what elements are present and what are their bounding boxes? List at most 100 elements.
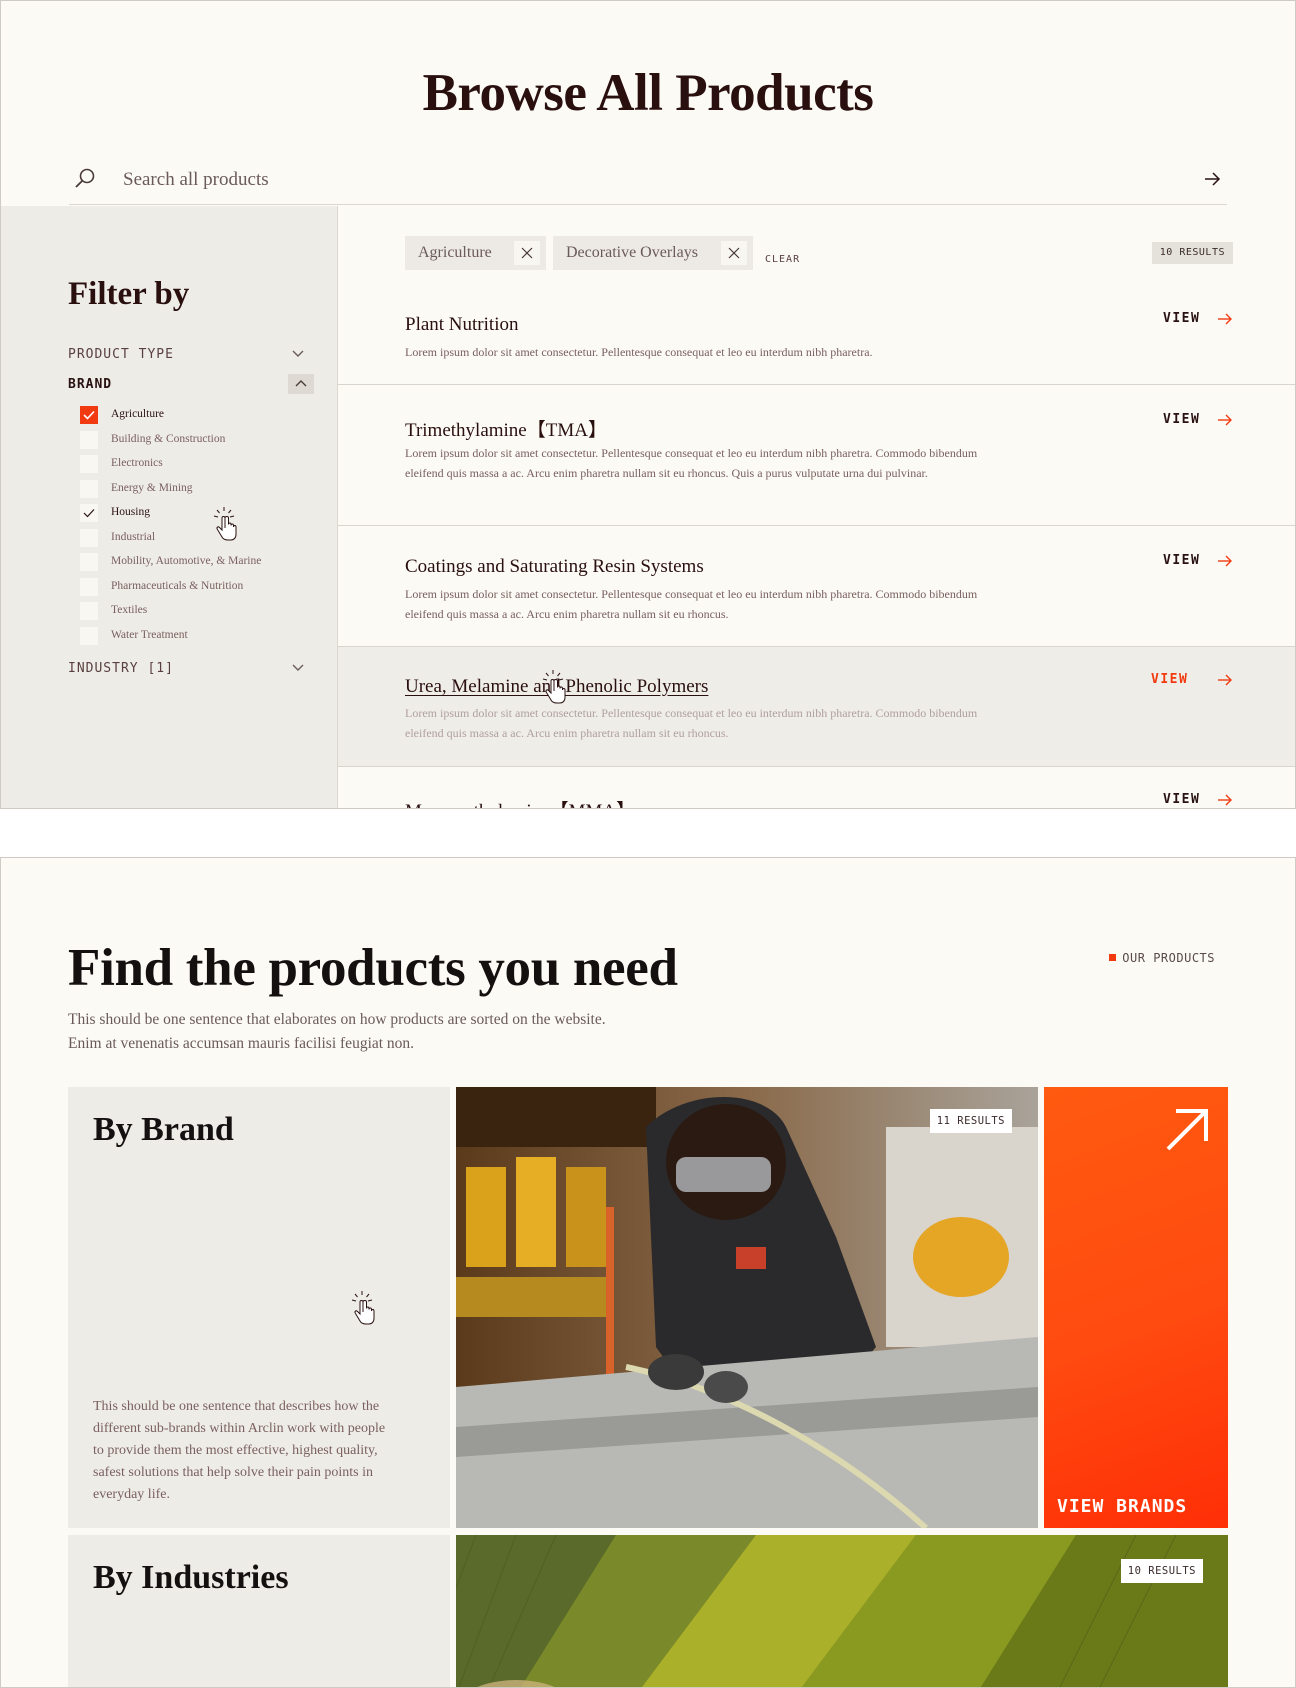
view-link[interactable]: VIEW: [1163, 311, 1233, 329]
checkbox-checked[interactable]: [80, 504, 98, 522]
arrow-up-right-icon: [1166, 1109, 1208, 1151]
brand-option-textiles[interactable]: Textiles: [80, 602, 310, 622]
brand-option-mobility[interactable]: Mobility, Automotive, & Marine: [80, 553, 310, 573]
checkbox[interactable]: [80, 529, 98, 547]
checkbox[interactable]: [80, 553, 98, 571]
worker-measuring-image: [456, 1087, 1038, 1528]
page-title: Browse All Products: [422, 64, 874, 122]
chip-label: Decorative Overlays: [566, 244, 698, 261]
aerial-field-image: [456, 1535, 1228, 1687]
by-brand-card[interactable]: By Brand This should be one sentence tha…: [68, 1087, 450, 1528]
active-filter-chip[interactable]: Agriculture: [405, 236, 546, 270]
product-description: Lorem ipsum dolor sit amet consectetur. …: [405, 446, 978, 480]
filter-sidebar: Filter by PRODUCT TYPE BRAND Agriculture…: [1, 206, 338, 808]
brand-option-label: Pharmaceuticals & Nutrition: [111, 580, 244, 592]
hand-pointer-cursor-icon: [542, 670, 566, 704]
search-input[interactable]: [123, 165, 1023, 195]
find-products-panel: Find the products you need This should b…: [0, 857, 1296, 1688]
checkbox[interactable]: [80, 627, 98, 645]
product-title[interactable]: Plant Nutrition: [405, 314, 518, 336]
brand-option-label: Water Treatment: [111, 629, 188, 641]
section-title: Find the products you need: [68, 939, 678, 997]
brand-option-building-construction[interactable]: Building & Construction: [80, 431, 310, 451]
results-count-badge: 11 RESULTS: [929, 1109, 1012, 1133]
hand-pointer-cursor-icon: [213, 507, 237, 541]
chip-label: Agriculture: [418, 244, 492, 261]
arrow-right-icon: [1218, 794, 1232, 806]
card-title: By Industries: [93, 1559, 289, 1596]
filter-group-product-type[interactable]: PRODUCT TYPE: [68, 344, 314, 366]
checkbox[interactable]: [80, 431, 98, 449]
brand-option-agriculture[interactable]: Agriculture: [80, 406, 310, 426]
product-title[interactable]: Trimethylamine【TMA】: [405, 415, 607, 442]
product-title[interactable]: Coatings and Saturating Resin Systems: [405, 556, 704, 578]
brand-option-water-treatment[interactable]: Water Treatment: [80, 627, 310, 647]
search-bar: [69, 161, 1227, 205]
product-title[interactable]: Monomethylamine【MMA】: [405, 796, 635, 808]
search-submit-arrow-icon[interactable]: [1199, 167, 1227, 191]
clear-filters-link[interactable]: CLEAR: [765, 254, 800, 265]
arrow-right-icon: [1218, 674, 1232, 686]
brand-option-label: Agriculture: [111, 408, 165, 420]
checkbox[interactable]: [80, 480, 98, 498]
filter-title: Filter by: [68, 276, 190, 312]
arrow-right-icon: [1218, 414, 1232, 426]
close-icon[interactable]: [514, 241, 540, 265]
checkbox[interactable]: [80, 455, 98, 473]
brand-option-housing[interactable]: Housing: [80, 504, 310, 524]
view-label: VIEW: [1163, 553, 1201, 568]
brand-option-label: Industrial: [111, 531, 156, 543]
results-list: Agriculture Decorative Overlays CLEAR 10…: [338, 206, 1295, 808]
filter-group-label: BRAND: [68, 377, 113, 392]
chevron-down-icon[interactable]: [286, 344, 310, 364]
brand-option-label: Housing: [111, 506, 150, 518]
brand-option-label: Textiles: [111, 604, 148, 616]
worker-photo[interactable]: 11 RESULTS: [456, 1087, 1038, 1528]
check-icon: [83, 410, 95, 420]
brand-option-energy-mining[interactable]: Energy & Mining: [80, 480, 310, 500]
brand-option-label: Building & Construction: [111, 433, 226, 445]
card-title: By Brand: [93, 1111, 234, 1148]
product-row[interactable]: Coatings and Saturating Resin Systems Lo…: [338, 526, 1295, 647]
filter-group-brand[interactable]: BRAND: [68, 374, 314, 396]
chevron-up-icon[interactable]: [288, 374, 314, 394]
checkbox[interactable]: [80, 602, 98, 620]
brand-option-industrial[interactable]: Industrial: [80, 529, 310, 549]
brand-option-label: Electronics: [111, 457, 163, 469]
brand-option-label: Energy & Mining: [111, 482, 193, 494]
view-link[interactable]: VIEW: [1163, 792, 1233, 808]
field-photo[interactable]: 10 RESULTS: [456, 1535, 1228, 1687]
view-label: VIEW: [1163, 412, 1201, 427]
view-link[interactable]: VIEW: [1163, 553, 1233, 571]
hand-pointer-cursor-icon: [351, 1291, 375, 1325]
product-row-hovered[interactable]: Urea, Melamine and Phenolic Polymers Lor…: [338, 647, 1295, 767]
close-icon[interactable]: [721, 241, 747, 265]
checkbox[interactable]: [80, 578, 98, 596]
product-description: Lorem ipsum dolor sit amet consectetur. …: [405, 345, 873, 359]
view-link[interactable]: VIEW: [1163, 412, 1233, 430]
product-row[interactable]: Plant Nutrition Lorem ipsum dolor sit am…: [338, 284, 1295, 385]
view-label: VIEW: [1163, 792, 1201, 807]
results-count-badge: 10 RESULTS: [1151, 242, 1233, 264]
chevron-down-icon[interactable]: [286, 658, 310, 678]
filter-group-industry[interactable]: INDUSTRY [1]: [68, 658, 314, 680]
view-brands-button[interactable]: VIEW BRANDS: [1044, 1087, 1228, 1528]
brand-option-label: Mobility, Automotive, & Marine: [111, 555, 262, 567]
card-description: This should be one sentence that describ…: [93, 1399, 386, 1502]
active-filter-chip[interactable]: Decorative Overlays: [553, 236, 753, 270]
check-icon: [83, 509, 95, 518]
section-description: This should be one sentence that elabora…: [68, 1011, 606, 1052]
by-industries-card[interactable]: By Industries: [68, 1535, 450, 1687]
view-label: VIEW: [1163, 311, 1201, 326]
view-brands-label: VIEW BRANDS: [1057, 1496, 1188, 1517]
square-bullet-icon: [1109, 954, 1117, 961]
section-tag-label: OUR PRODUCTS: [1122, 951, 1215, 965]
product-row[interactable]: Trimethylamine【TMA】 Lorem ipsum dolor si…: [338, 385, 1295, 526]
view-link[interactable]: VIEW: [1151, 672, 1233, 690]
brand-option-pharmaceuticals[interactable]: Pharmaceuticals & Nutrition: [80, 578, 310, 598]
product-row[interactable]: Monomethylamine【MMA】 VIEW: [338, 767, 1295, 808]
product-description: Lorem ipsum dolor sit amet consectetur. …: [405, 706, 978, 740]
brand-option-electronics[interactable]: Electronics: [80, 455, 310, 475]
filter-group-label: PRODUCT TYPE: [68, 347, 174, 362]
checkbox-checked[interactable]: [80, 406, 98, 424]
